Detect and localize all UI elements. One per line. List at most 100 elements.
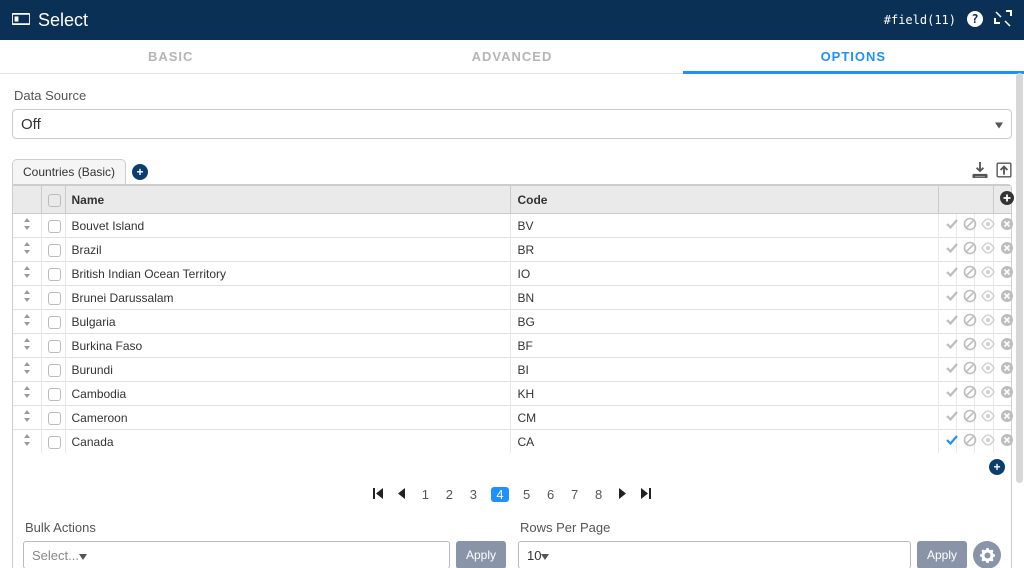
drag-handle-icon[interactable] — [23, 363, 31, 377]
row-delete-icon[interactable] — [1000, 436, 1014, 450]
row-visibility-icon[interactable] — [981, 268, 995, 282]
cell-name[interactable]: Cameroon — [65, 406, 511, 430]
cell-code[interactable]: BR — [511, 238, 939, 262]
row-delete-icon[interactable] — [1000, 388, 1014, 402]
row-disable-icon[interactable] — [963, 364, 977, 378]
tab-basic[interactable]: BASIC — [0, 40, 341, 73]
page-6[interactable]: 6 — [545, 487, 557, 502]
row-disable-icon[interactable] — [963, 436, 977, 450]
page-last-button[interactable] — [640, 487, 651, 502]
row-delete-icon[interactable] — [1000, 220, 1014, 234]
page-first-button[interactable] — [373, 487, 384, 502]
row-checkbox[interactable] — [48, 436, 61, 449]
row-disable-icon[interactable] — [963, 316, 977, 330]
row-visibility-icon[interactable] — [981, 388, 995, 402]
rows-apply-button[interactable]: Apply — [917, 541, 967, 568]
page-1[interactable]: 1 — [419, 487, 431, 502]
row-disable-icon[interactable] — [963, 412, 977, 426]
row-checkbox[interactable] — [48, 220, 61, 233]
cell-code[interactable]: BV — [511, 214, 939, 238]
row-checkbox[interactable] — [48, 292, 61, 305]
import-icon[interactable] — [996, 162, 1012, 181]
add-row-header[interactable] — [993, 186, 1011, 214]
bulk-apply-button[interactable]: Apply — [456, 541, 506, 568]
options-tab-countries[interactable]: Countries (Basic) — [12, 159, 126, 184]
row-delete-icon[interactable] — [1000, 292, 1014, 306]
row-delete-icon[interactable] — [1000, 412, 1014, 426]
drag-handle-icon[interactable] — [23, 387, 31, 401]
page-prev-button[interactable] — [396, 487, 407, 502]
row-checkbox[interactable] — [48, 388, 61, 401]
tab-advanced[interactable]: ADVANCED — [341, 40, 682, 73]
row-checkbox[interactable] — [48, 244, 61, 257]
page-8[interactable]: 8 — [593, 487, 605, 502]
cell-code[interactable]: BF — [511, 334, 939, 358]
cell-name[interactable]: Brazil — [65, 238, 511, 262]
drag-handle-icon[interactable] — [23, 243, 31, 257]
add-row-button[interactable]: + — [989, 459, 1005, 475]
export-icon[interactable] — [972, 162, 988, 181]
row-delete-icon[interactable] — [1000, 340, 1014, 354]
cell-code[interactable]: KH — [511, 382, 939, 406]
cell-name[interactable]: Cambodia — [65, 382, 511, 406]
row-visibility-icon[interactable] — [981, 364, 995, 378]
row-visibility-icon[interactable] — [981, 412, 995, 426]
data-source-select[interactable]: Off — [12, 109, 1012, 139]
tab-options[interactable]: OPTIONS — [683, 40, 1024, 73]
page-next-button[interactable] — [617, 487, 628, 502]
col-code-header[interactable]: Code — [511, 186, 939, 214]
row-default-icon[interactable] — [945, 220, 959, 234]
row-visibility-icon[interactable] — [981, 340, 995, 354]
row-disable-icon[interactable] — [963, 292, 977, 306]
drag-handle-icon[interactable] — [23, 339, 31, 353]
row-delete-icon[interactable] — [1000, 268, 1014, 282]
cell-code[interactable]: BN — [511, 286, 939, 310]
row-visibility-icon[interactable] — [981, 436, 995, 450]
col-select-all[interactable] — [41, 186, 65, 214]
row-visibility-icon[interactable] — [981, 316, 995, 330]
col-name-header[interactable]: Name — [65, 186, 511, 214]
row-default-icon[interactable] — [945, 364, 959, 378]
row-default-icon[interactable] — [945, 268, 959, 282]
page-7[interactable]: 7 — [569, 487, 581, 502]
row-disable-icon[interactable] — [963, 220, 977, 234]
row-default-icon[interactable] — [945, 340, 959, 354]
row-delete-icon[interactable] — [1000, 316, 1014, 330]
row-disable-icon[interactable] — [963, 244, 977, 258]
cell-code[interactable]: CA — [511, 430, 939, 454]
row-default-icon[interactable] — [945, 388, 959, 402]
help-icon[interactable] — [966, 10, 984, 31]
row-default-icon[interactable] — [945, 316, 959, 330]
page-5[interactable]: 5 — [521, 487, 533, 502]
cell-name[interactable]: Canada — [65, 430, 511, 454]
rows-per-page-select[interactable]: 10 — [518, 541, 911, 568]
row-delete-icon[interactable] — [1000, 244, 1014, 258]
row-delete-icon[interactable] — [1000, 364, 1014, 378]
row-default-icon[interactable] — [945, 292, 959, 306]
cell-code[interactable]: BI — [511, 358, 939, 382]
drag-handle-icon[interactable] — [23, 411, 31, 425]
row-checkbox[interactable] — [48, 340, 61, 353]
drag-handle-icon[interactable] — [23, 267, 31, 281]
bulk-actions-select[interactable]: Select... — [23, 541, 450, 568]
vertical-scrollbar[interactable] — [1016, 73, 1023, 566]
page-3[interactable]: 3 — [467, 487, 479, 502]
row-default-icon[interactable] — [945, 436, 959, 450]
row-disable-icon[interactable] — [963, 340, 977, 354]
cell-code[interactable]: IO — [511, 262, 939, 286]
row-checkbox[interactable] — [48, 268, 61, 281]
row-visibility-icon[interactable] — [981, 292, 995, 306]
cell-name[interactable]: Bouvet Island — [65, 214, 511, 238]
cell-name[interactable]: Burkina Faso — [65, 334, 511, 358]
drag-handle-icon[interactable] — [23, 291, 31, 305]
page-2[interactable]: 2 — [443, 487, 455, 502]
drag-handle-icon[interactable] — [23, 315, 31, 329]
add-option-set-button[interactable]: + — [132, 164, 148, 180]
row-checkbox[interactable] — [48, 364, 61, 377]
drag-handle-icon[interactable] — [23, 219, 31, 233]
row-disable-icon[interactable] — [963, 268, 977, 282]
cell-name[interactable]: Bulgaria — [65, 310, 511, 334]
cell-code[interactable]: CM — [511, 406, 939, 430]
cell-name[interactable]: British Indian Ocean Territory — [65, 262, 511, 286]
cell-code[interactable]: BG — [511, 310, 939, 334]
